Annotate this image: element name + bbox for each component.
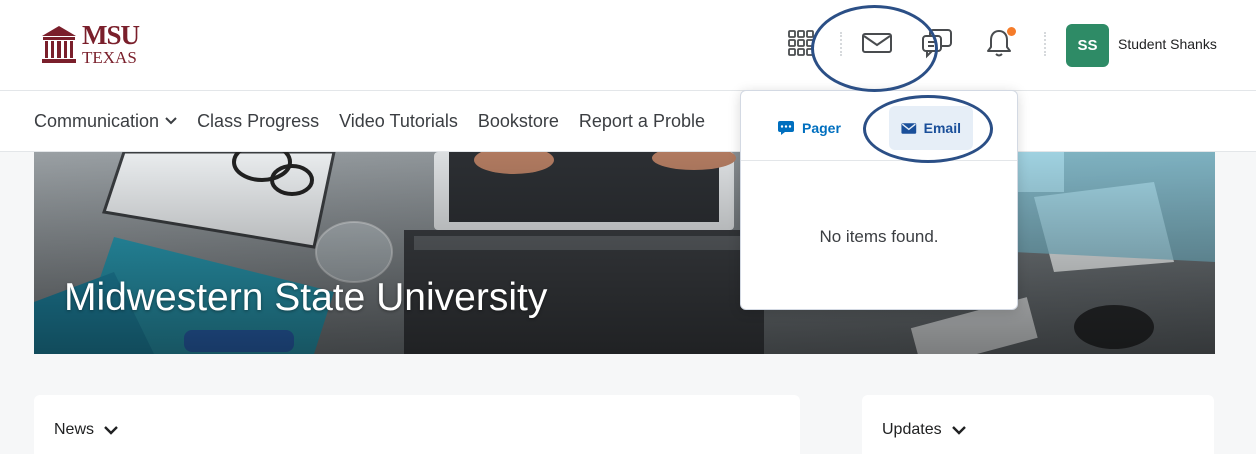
news-widget: News [34, 395, 800, 454]
msu-texas-logo[interactable]: MSU TEXAS [40, 22, 152, 70]
chevron-down-icon [951, 425, 966, 435]
course-nav-bar: Communication Class Progress Video Tutor… [0, 90, 1256, 152]
empty-message: No items found. [819, 227, 939, 246]
user-name[interactable]: Student Shanks [1118, 36, 1217, 52]
grid-icon[interactable] [784, 26, 818, 60]
banner-title: Midwestern State University [64, 276, 548, 319]
popup-tab-bar: Pager Email [741, 91, 1017, 161]
avatar[interactable]: SS [1066, 24, 1109, 67]
updates-widget: Updates [862, 395, 1214, 454]
message-alerts-popup: Pager Email No items found. [740, 90, 1018, 310]
chat-icon[interactable] [920, 26, 954, 60]
chevron-down-icon [165, 117, 177, 125]
nav-item-bookstore[interactable]: Bookstore [478, 111, 559, 132]
nav-item-communication[interactable]: Communication [34, 111, 177, 132]
nav-item-report-a-problem[interactable]: Report a Proble [579, 111, 705, 132]
course-banner: Midwestern State University [34, 152, 1215, 354]
top-bar: MSU TEXAS SS Student Shanks [0, 0, 1256, 90]
nav-item-video-tutorials[interactable]: Video Tutorials [339, 111, 458, 132]
envelope-icon [901, 122, 917, 134]
university-building-icon [42, 26, 76, 63]
chevron-down-icon [104, 425, 118, 435]
logo-line2: TEXAS [82, 48, 137, 67]
tab-email[interactable]: Email [889, 106, 973, 150]
toolbar-divider [1044, 32, 1046, 56]
desk-photo-image [34, 152, 1215, 354]
notification-dot [1007, 27, 1016, 36]
toolbar-divider [840, 32, 842, 56]
pager-chat-icon [778, 121, 794, 135]
mail-icon[interactable] [860, 26, 894, 60]
tab-pager[interactable]: Pager [765, 106, 853, 150]
news-widget-title[interactable]: News [54, 421, 118, 439]
updates-widget-title[interactable]: Updates [882, 421, 966, 439]
logo-line1: MSU [82, 20, 140, 50]
nav-item-class-progress[interactable]: Class Progress [197, 111, 319, 132]
